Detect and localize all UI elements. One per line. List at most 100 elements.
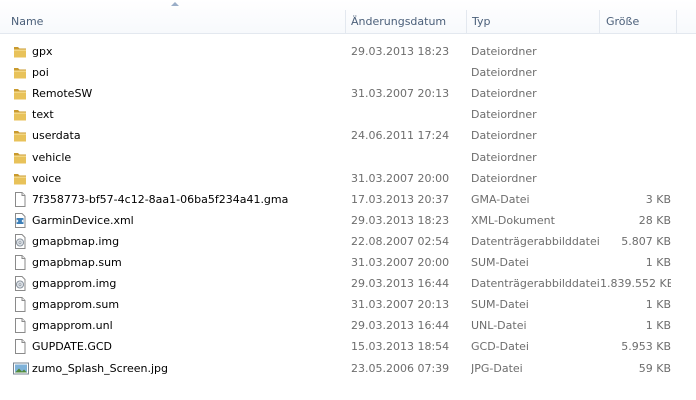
file-date: 29.03.2013 18:23 [351,213,450,227]
file-type: Dateiordner [471,45,537,58]
column-divider[interactable] [676,10,677,34]
file-type: Dateiordner [471,150,537,164]
file-date [351,62,466,83]
file-row[interactable]: zumo_Splash_Screen.jpg 23.05.2006 07:39 JP… [0,358,696,379]
file-row[interactable]: RemoteSW 31.03.2007 20:13 Dateiordner [0,83,696,104]
file-size: 59 KB [638,361,671,375]
folder-icon [13,65,27,80]
file-type: SUM-Datei [471,256,529,269]
file-type: JPG-Datei [471,361,523,375]
file-type: XML-Dokument [471,213,555,227]
file-icon [13,191,27,207]
file-name: text [32,108,54,122]
file-date: 22.08.2007 02:54 [351,234,450,248]
column-header-size[interactable]: Größe [606,0,676,34]
column-header-bar: Name Änderungsdatum Typ Größe [0,0,696,34]
file-size [600,168,671,189]
file-name: 7f358773-bf57-4c12-8aa1-06ba5f234a41.gma [32,192,289,206]
file-type: Datenträgerabbilddatei [471,277,599,291]
file-date: 17.03.2013 20:37 [351,192,450,206]
file-date: 23.05.2006 07:39 [351,361,450,375]
file-date: 31.03.2007 20:13 [351,298,450,312]
file-name: vehicle [32,150,72,164]
file-size [600,147,671,168]
file-name: gpx [32,45,53,58]
file-size [600,62,671,83]
file-type: UNL-Datei [471,319,527,333]
file-row[interactable]: vehicle Dateiordner [0,147,696,168]
file-name: GarminDevice.xml [32,213,134,227]
column-divider[interactable] [345,10,346,34]
xml-file-icon [13,212,27,228]
file-date [351,147,466,168]
folder-icon [13,107,27,122]
column-header-date[interactable]: Änderungsdatum [351,0,466,34]
file-size: 1 KB [645,298,671,312]
file-date: 29.03.2013 16:44 [351,277,450,291]
folder-icon [13,128,27,143]
file-row[interactable]: GUPDATE.GCD 15.03.2013 18:54 GCD-Datei 5.95… [0,336,696,357]
file-size [600,125,671,146]
file-size: 1 KB [645,256,671,269]
disc-image-icon [13,276,27,292]
file-row[interactable]: gpx 29.03.2013 18:23 Dateiordner [0,41,696,62]
file-size [600,41,671,62]
file-size: 1.839.552 KB [600,277,671,291]
file-size: 28 KB [638,213,671,227]
folder-icon [13,44,27,59]
image-file-icon [13,361,29,376]
folder-icon [13,150,27,165]
file-type: GMA-Datei [471,192,530,206]
file-type: Dateiordner [471,129,537,143]
file-size: 5.807 KB [621,234,671,248]
file-type: Dateiordner [471,108,537,122]
file-date [351,104,466,125]
folder-icon [13,171,27,186]
column-divider[interactable] [466,10,467,34]
column-divider[interactable] [599,10,600,34]
file-row[interactable]: gmapprom.sum 31.03.2007 20:13 SUM-Datei 1 K… [0,294,696,315]
file-row[interactable]: gmapprom.img 29.03.2013 16:44 Datenträgera… [0,273,696,294]
file-row[interactable]: poi Dateiordner [0,62,696,83]
file-date: 24.06.2011 17:24 [351,129,450,143]
folder-icon [13,86,27,101]
file-row[interactable]: 7f358773-bf57-4c12-8aa1-06ba5f234a41.gma… [0,189,696,210]
file-type: Datenträgerabbilddatei [471,234,599,248]
file-date: 31.03.2007 20:00 [351,171,450,185]
file-date: 31.03.2007 20:13 [351,87,450,101]
file-size: 3 KB [645,192,671,206]
disc-image-icon [13,233,27,249]
column-header-type[interactable]: Typ [472,0,599,34]
file-type: Dateiordner [471,87,537,101]
file-size [600,83,671,104]
file-name: gmapprom.sum [32,298,120,312]
file-name: gmapbmap.sum [32,256,122,269]
file-type: Dateiordner [471,66,537,80]
column-header-name[interactable]: Name [11,0,346,34]
file-date: 15.03.2013 18:54 [351,340,450,354]
file-row[interactable]: gmapprom.unl 29.03.2013 16:44 UNL-Datei 1 K… [0,315,696,336]
file-date: 29.03.2013 18:23 [351,45,450,58]
file-size: 5.953 KB [621,340,671,354]
file-date: 29.03.2013 16:44 [351,319,450,333]
file-icon [13,297,27,313]
file-row[interactable]: gmapbmap.img 22.08.2007 02:54 Datenträgera… [0,231,696,252]
file-name: RemoteSW [32,87,93,101]
file-type: SUM-Datei [471,298,529,312]
file-date: 31.03.2007 20:00 [351,256,450,269]
file-row[interactable]: GarminDevice.xml 29.03.2013 18:23 XML-Doku… [0,210,696,231]
file-name: userdata [32,129,81,143]
file-name: gmapprom.img [32,277,117,291]
file-type: Dateiordner [471,171,537,185]
file-name: voice [32,171,62,185]
file-size: 1 KB [645,319,671,333]
file-type: GCD-Datei [471,340,529,354]
file-icon [13,318,27,334]
file-icon [13,339,27,355]
file-row[interactable]: userdata 24.06.2011 17:24 Dateiordner [0,125,696,146]
file-row[interactable]: voice 31.03.2007 20:00 Dateiordner [0,168,696,189]
file-row[interactable]: text Dateiordner [0,104,696,125]
file-icon [13,255,27,270]
file-row[interactable]: gmapbmap.sum 31.03.2007 20:00 SUM-Datei 1 K… [0,252,696,273]
file-name: gmapbmap.img [32,234,120,248]
